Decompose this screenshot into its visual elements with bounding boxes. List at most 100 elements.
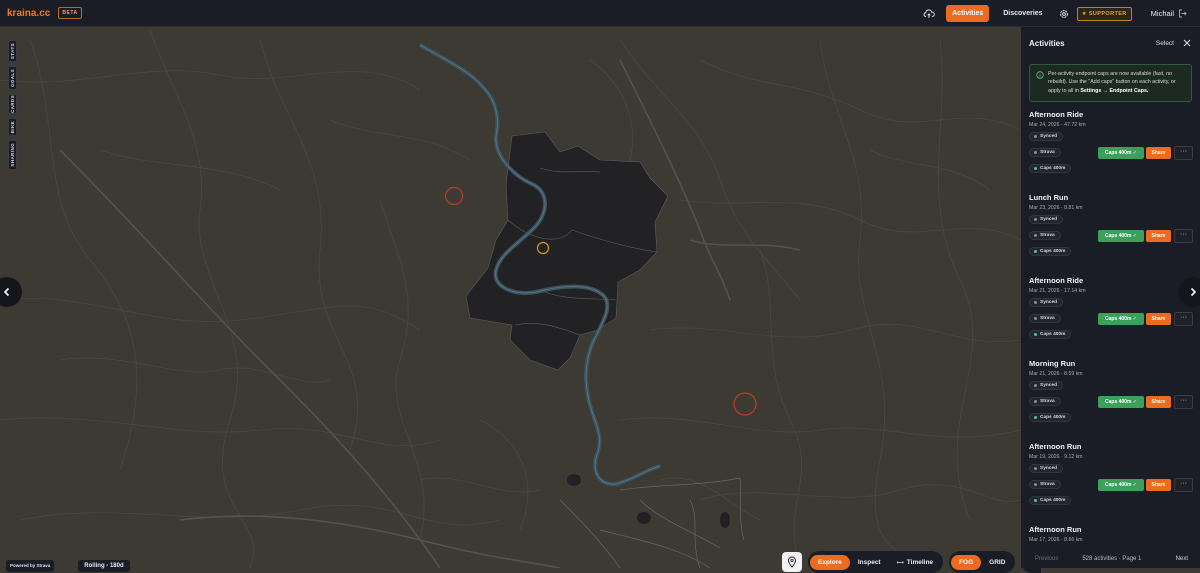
mode-switch: Explore Inspect ⟷ Timeline: [808, 551, 944, 573]
synced-tag: Synced: [1029, 464, 1064, 473]
side-tab-sharing[interactable]: SHARING: [8, 140, 17, 170]
status-dot: [1034, 384, 1037, 387]
marker-red-1: [444, 186, 464, 206]
top-nav: Activities Discoveries ★ SUPPORTER Micha…: [922, 0, 1200, 27]
caps-button[interactable]: Caps 400m ✓: [1098, 479, 1144, 491]
activity-date: Mar 23, 2026 · 8.81 km: [1029, 205, 1083, 211]
more-options-button[interactable]: ···: [1174, 229, 1193, 243]
next-arrow-button[interactable]: [1178, 277, 1200, 307]
gear-icon[interactable]: [1057, 7, 1071, 21]
pagination: Previous 528 activities · Page 1 Next: [1021, 556, 1200, 562]
marker-red-2: [733, 392, 757, 416]
side-tab-bike[interactable]: BIKE: [8, 118, 17, 136]
side-tab-stats[interactable]: STATS: [8, 40, 17, 62]
activity-card[interactable]: Afternoon Run Mar 17, 2026 · 8.66 km: [1029, 525, 1193, 543]
layer-grid[interactable]: GRID: [981, 555, 1013, 570]
activity-card[interactable]: Morning Run Mar 21, 2026 · 8.59 km Synced S…: [1029, 359, 1193, 422]
layer-fog[interactable]: FOG: [951, 554, 982, 570]
beta-badge: BETA: [58, 7, 82, 19]
bottom-toolbar: Explore Inspect ⟷Timeline FOG GRID Hea: [782, 551, 1042, 573]
status-dot: [1034, 250, 1037, 253]
activity-title[interactable]: Afternoon Ride: [1029, 276, 1193, 285]
page-status: 528 activities · Page 1: [1082, 556, 1142, 562]
more-options-button[interactable]: ···: [1174, 395, 1193, 409]
caps-tag: Caps 400m: [1029, 496, 1072, 505]
more-options-button[interactable]: ···: [1174, 146, 1193, 160]
status-dot: [1034, 400, 1037, 403]
logout-icon[interactable]: [1178, 9, 1188, 19]
strava-tag: Strava: [1029, 480, 1061, 489]
caps-button[interactable]: Caps 400m ✓: [1098, 313, 1144, 325]
select-button[interactable]: Select: [1156, 40, 1174, 47]
strava-tag: Strava: [1029, 231, 1061, 240]
share-button[interactable]: Share: [1146, 313, 1171, 325]
user-name[interactable]: Michail: [1151, 9, 1174, 18]
share-button[interactable]: Share: [1146, 396, 1171, 408]
settings-link[interactable]: Settings → Endpoint Caps.: [1080, 88, 1148, 94]
share-button[interactable]: Share: [1146, 479, 1171, 491]
side-tab-goals[interactable]: GOALS: [8, 66, 17, 90]
activity-card[interactable]: Lunch Run Mar 23, 2026 · 8.81 km Synced Str…: [1029, 193, 1193, 256]
status-dot: [1034, 317, 1037, 320]
caps-tag: Caps 400m: [1029, 413, 1072, 422]
close-icon[interactable]: [1182, 38, 1192, 48]
status-dot: [1034, 234, 1037, 237]
status-dot: [1034, 301, 1037, 304]
info-banner: Per-activity endpoint caps are now avail…: [1029, 64, 1192, 103]
synced-tag: Synced: [1029, 132, 1064, 141]
map-canvas[interactable]: [0, 27, 1021, 568]
share-button[interactable]: Share: [1146, 230, 1171, 242]
activity-title[interactable]: Afternoon Run: [1029, 525, 1193, 534]
next-page-button[interactable]: Next: [1176, 556, 1188, 562]
upload-icon[interactable]: [922, 7, 936, 21]
status-dot: [1034, 499, 1037, 502]
more-options-button[interactable]: ···: [1174, 312, 1193, 326]
side-tabs: STATS GOALS CARDS BIKE SHARING: [8, 40, 17, 174]
activity-card[interactable]: Afternoon Run Mar 19, 2026 · 9.12 km Synce…: [1029, 442, 1193, 505]
supporter-badge[interactable]: ★ SUPPORTER: [1076, 6, 1132, 21]
status-dot: [1034, 167, 1037, 170]
status-dot: [1034, 333, 1037, 336]
map-footer: Powered by Strava Rolling - 180d: [6, 560, 130, 572]
activity-date: Mar 17, 2026 · 8.66 km: [1029, 537, 1083, 543]
caps-button[interactable]: Caps 400m ✓: [1098, 396, 1144, 408]
nav-discoveries-button[interactable]: Discoveries: [997, 5, 1048, 22]
share-button[interactable]: Share: [1146, 147, 1171, 159]
previous-page-button[interactable]: Previous: [1035, 556, 1058, 562]
synced-tag: Synced: [1029, 215, 1064, 224]
strava-tag: Strava: [1029, 314, 1061, 323]
panel-header: Activities Select: [1021, 27, 1200, 59]
mode-explore[interactable]: Explore: [810, 554, 850, 570]
brand-logo[interactable]: kraina.cc: [7, 8, 50, 19]
info-icon: [1036, 71, 1044, 79]
status-dot: [1034, 218, 1037, 221]
nav-activities-button[interactable]: Activities: [946, 5, 990, 22]
activity-card[interactable]: Afternoon Ride Mar 24, 2026 · 47.72 km Syn…: [1029, 110, 1193, 173]
activity-title[interactable]: Afternoon Ride: [1029, 110, 1193, 119]
more-options-button[interactable]: ···: [1174, 478, 1193, 492]
activity-date: Mar 21, 2026 · 8.59 km: [1029, 371, 1083, 377]
status-dot: [1034, 135, 1037, 138]
status-dot: [1034, 483, 1037, 486]
caps-tag: Caps 400m: [1029, 247, 1072, 256]
activity-title[interactable]: Morning Run: [1029, 359, 1193, 368]
mode-inspect[interactable]: Inspect: [850, 555, 889, 570]
caps-button[interactable]: Caps 400m ✓: [1098, 230, 1144, 242]
map-pin-icon: [787, 556, 797, 568]
activity-title[interactable]: Lunch Run: [1029, 193, 1193, 202]
strava-tag: Strava: [1029, 397, 1061, 406]
powered-by-strava[interactable]: Powered by Strava: [6, 560, 55, 572]
status-dot: [1034, 151, 1037, 154]
synced-tag: Synced: [1029, 381, 1064, 390]
chevron-left-icon: [3, 287, 10, 297]
side-tab-cards[interactable]: CARDS: [8, 94, 17, 114]
rolling-window-selector[interactable]: Rolling - 180d: [78, 560, 130, 572]
location-button[interactable]: [782, 552, 802, 572]
mode-timeline[interactable]: ⟷ Timeline: [889, 555, 941, 570]
layer-switch: FOG GRID: [949, 551, 1016, 573]
activity-title[interactable]: Afternoon Run: [1029, 442, 1193, 451]
activity-date: Mar 19, 2026 · 9.12 km: [1029, 454, 1083, 460]
panel-title: Activities: [1029, 38, 1065, 48]
caps-button[interactable]: Caps 400m ✓: [1098, 147, 1144, 159]
activity-card[interactable]: Afternoon Ride Mar 21, 2026 · 17.14 km Syn…: [1029, 276, 1193, 339]
